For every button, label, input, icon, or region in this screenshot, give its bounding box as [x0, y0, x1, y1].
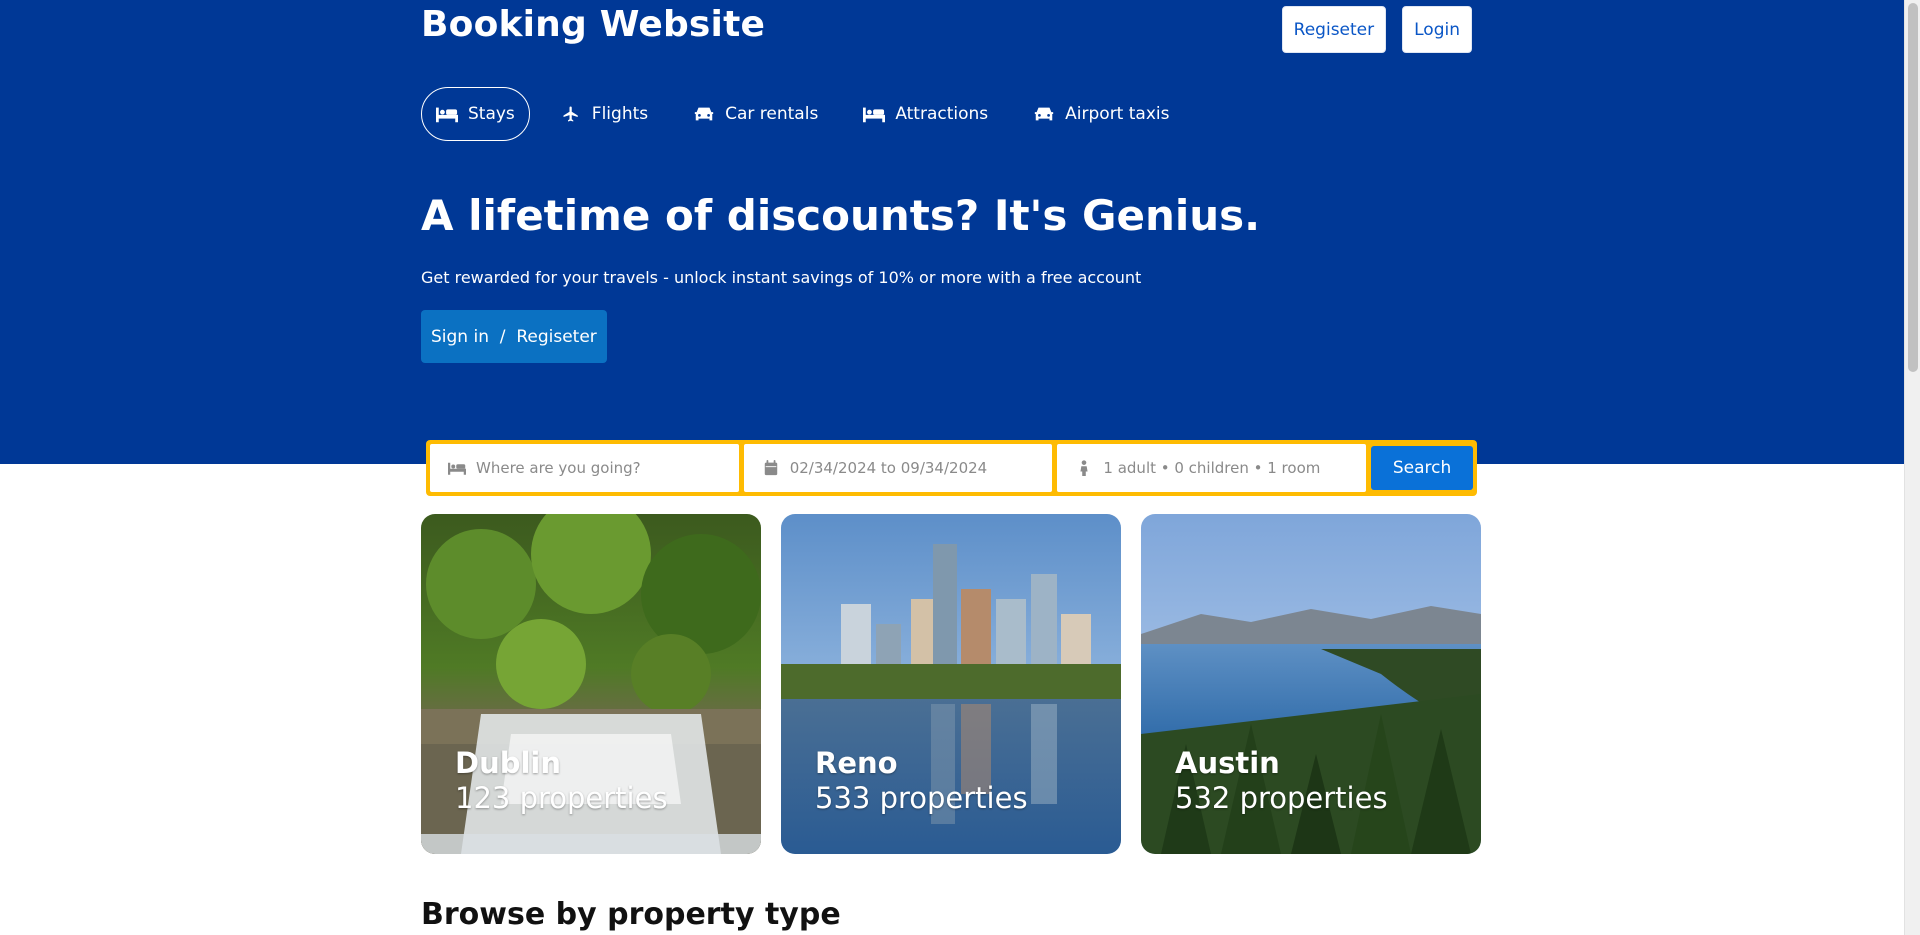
- auth-buttons: Regiseter Login: [1281, 6, 1472, 53]
- scrollbar-thumb[interactable]: [1908, 3, 1918, 372]
- card-caption: Austin 532 properties: [1175, 746, 1388, 816]
- sign-in-register-button[interactable]: Sign in / Regiseter: [421, 310, 607, 363]
- dates-value: 02/34/2024 to 09/34/2024: [789, 459, 988, 477]
- taxi-icon: [1033, 105, 1055, 123]
- register-button[interactable]: Regiseter: [1281, 6, 1387, 53]
- search-button[interactable]: Search: [1371, 446, 1473, 490]
- hero-subtitle: Get rewarded for your travels - unlock i…: [421, 268, 1142, 287]
- category-nav: Stays Flights Car rentals Attractions Ai…: [421, 87, 1184, 141]
- card-properties: 532 properties: [1175, 781, 1388, 815]
- search-bar: 02/34/2024 to 09/34/2024 1 adult • 0 chi…: [426, 440, 1477, 496]
- card-city: Reno: [815, 746, 898, 780]
- login-button[interactable]: Login: [1402, 6, 1472, 53]
- card-properties: 123 properties: [455, 781, 668, 815]
- nav-item-attractions[interactable]: Attractions: [848, 87, 1003, 141]
- bed-icon: [448, 462, 466, 475]
- destination-card-dublin[interactable]: Dublin 123 properties: [421, 514, 761, 854]
- nav-item-label: Airport taxis: [1065, 104, 1170, 124]
- hero-banner: Booking Website Regiseter Login Stays Fl…: [0, 0, 1904, 464]
- card-city: Dublin: [455, 746, 562, 780]
- hero-title: A lifetime of discounts? It's Genius.: [421, 191, 1261, 240]
- browse-property-type-heading: Browse by property type: [421, 897, 841, 932]
- card-properties: 533 properties: [815, 781, 1028, 815]
- card-city: Austin: [1175, 746, 1280, 780]
- page: Booking Website Regiseter Login Stays Fl…: [0, 0, 1904, 935]
- bed-icon: [436, 105, 458, 123]
- destination-field[interactable]: [430, 444, 739, 492]
- nav-item-label: Car rentals: [725, 104, 819, 124]
- guests-value: 1 adult • 0 children • 1 room: [1103, 459, 1321, 477]
- nav-item-airport-taxis[interactable]: Airport taxis: [1018, 87, 1184, 141]
- nav-item-car-rentals[interactable]: Car rentals: [678, 87, 833, 141]
- destination-cards: Dublin 123 properties Reno 533 propertie…: [421, 514, 1481, 854]
- brand-logo[interactable]: Booking Website: [421, 2, 765, 48]
- vertical-scrollbar[interactable]: [1904, 0, 1920, 935]
- nav-item-stays[interactable]: Stays: [421, 87, 530, 141]
- person-icon: [1080, 460, 1088, 476]
- nav-item-label: Attractions: [895, 104, 989, 124]
- card-caption: Reno 533 properties: [815, 746, 1028, 816]
- car-icon: [693, 105, 715, 123]
- plane-icon: [560, 105, 582, 123]
- destination-card-reno[interactable]: Reno 533 properties: [781, 514, 1121, 854]
- dates-field[interactable]: 02/34/2024 to 09/34/2024: [743, 444, 1053, 492]
- destination-input[interactable]: [476, 459, 716, 477]
- nav-item-label: Flights: [591, 104, 649, 124]
- calendar-icon: [764, 460, 777, 476]
- guests-field[interactable]: 1 adult • 0 children • 1 room: [1057, 444, 1367, 492]
- nav-item-flights[interactable]: Flights: [545, 87, 663, 141]
- bed-icon: [863, 105, 886, 123]
- nav-item-label: Stays: [468, 104, 515, 124]
- destination-card-austin[interactable]: Austin 532 properties: [1141, 514, 1481, 854]
- card-caption: Dublin 123 properties: [455, 746, 668, 816]
